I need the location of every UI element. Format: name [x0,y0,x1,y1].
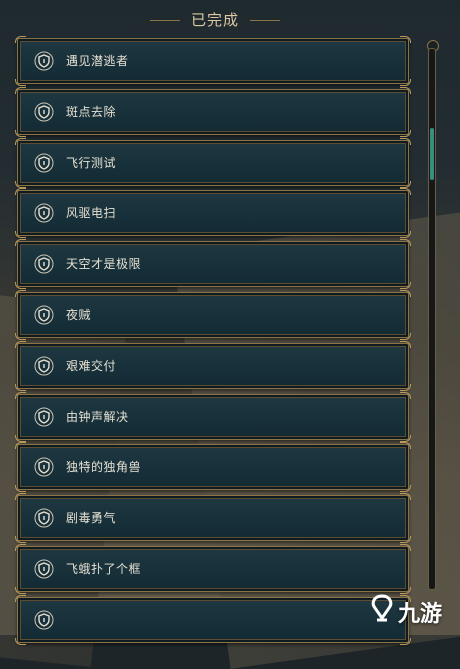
frame-corner-ornament [400,544,411,551]
frame-corner-ornament [400,239,411,247]
section-title: 已完成 [190,11,239,29]
frame-corner-ornament [400,188,411,196]
frame-corner-ornament [15,333,26,340]
frame-corner-ornament [15,239,26,247]
quest-item[interactable] [15,594,411,645]
watermark-text: 九游 [398,602,443,627]
shield-icon [34,457,54,477]
quest-item[interactable]: 风驱电扫 [15,188,411,239]
quest-item-label: 斑点去除 [66,104,117,119]
quest-item-label: 剧毒勇气 [66,511,117,526]
frame-corner-ornament [15,587,26,594]
frame-corner-ornament [15,340,26,348]
logo-icon [371,594,393,622]
frame-corner-ornament [400,637,411,645]
quest-item[interactable]: 独特的独角兽 [15,442,411,493]
frame-corner-ornament [15,188,26,196]
shield-icon [34,102,54,122]
watermark-logo: 九游 [368,590,456,630]
quest-item-label: 夜贼 [66,308,92,322]
shield-icon [34,305,54,325]
quest-item-label: 风驱电扫 [66,206,117,221]
quest-item-label: 天空才是极限 [66,257,142,272]
frame-corner-ornament [15,129,26,137]
shield-icon [34,51,54,71]
frame-corner-ornament [400,36,411,43]
quest-item[interactable]: 天空才是极限 [15,239,411,290]
quest-item[interactable]: 艰难交付 [15,340,411,391]
quest-item-label: 艰难交付 [66,358,117,373]
frame-corner-ornament [15,493,26,501]
frame-corner-ornament [15,383,26,391]
shield-icon [34,508,54,528]
frame-corner-ornament [15,544,26,551]
shield-icon [34,559,54,579]
shield-icon [34,254,54,274]
quest-item[interactable]: 由钟声解决 [15,391,411,442]
frame-corner-ornament [400,290,411,297]
quest-item[interactable]: 飞行测试 [15,137,411,188]
quest-item[interactable]: 剧毒勇气 [15,493,411,544]
shield-icon [34,610,54,630]
shield-icon [34,153,54,173]
quest-item[interactable]: 飞蛾扑了个框 [15,544,411,594]
quest-item-label: 由钟声解决 [66,409,129,424]
shield-icon [34,356,54,376]
quest-item[interactable]: 遇见潜逃者 [15,36,411,86]
frame-corner-ornament [15,442,26,450]
frame-corner-ornament [15,79,26,86]
quest-item-label: 飞蛾扑了个框 [66,562,142,576]
frame-corner-ornament [15,180,26,188]
quest-item-label: 独特的独角兽 [66,460,142,475]
frame-corner-ornament [15,391,26,399]
frame-corner-ornament [15,86,26,94]
frame-corner-ornament [400,442,411,450]
frame-corner-ornament [15,137,26,145]
frame-corner-ornament [15,594,26,602]
frame-corner-ornament [15,290,26,297]
shield-icon [34,203,54,223]
section-header: 已完成 [0,0,430,34]
shield-icon [34,407,54,427]
quest-item-label: 飞行测试 [66,155,117,170]
frame-corner-ornament [15,434,26,442]
frame-corner-ornament [15,637,26,645]
frame-corner-ornament [400,493,411,501]
quest-item-label: 遇见潜逃者 [66,54,129,68]
header-ornament-right [250,20,280,21]
scrollbar-thumb[interactable] [430,128,434,180]
quest-item[interactable]: 夜贼 [15,290,411,340]
frame-corner-ornament [15,36,26,43]
quest-item[interactable]: 斑点去除 [15,86,411,137]
